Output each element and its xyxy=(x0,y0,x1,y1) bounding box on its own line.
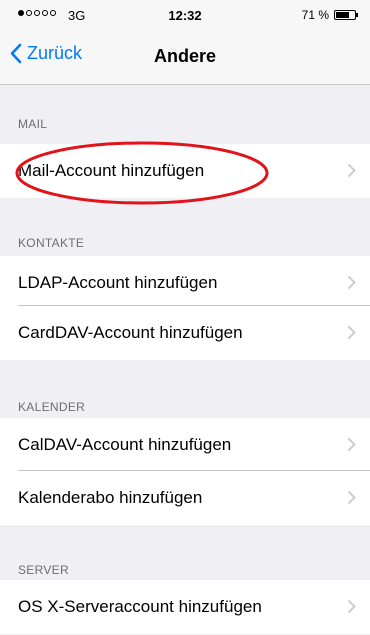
highlight-ellipse-icon xyxy=(15,141,269,205)
section-header-mail: MAIL xyxy=(18,117,48,131)
list-item-ldap-account[interactable]: LDAP-Account hinzufügen xyxy=(0,256,370,310)
list-item-label: CardDAV-Account hinzufügen xyxy=(18,323,243,342)
list-item-label: OS X-Serveraccount hinzufügen xyxy=(18,597,262,616)
chevron-right-icon xyxy=(347,325,356,340)
page-title: Andere xyxy=(153,46,216,66)
chevron-right-icon xyxy=(347,490,356,505)
list-item-caldav-account[interactable]: CalDAV-Account hinzufügen xyxy=(0,418,370,472)
battery-fill xyxy=(336,12,349,18)
list-item-kalenderabo[interactable]: Kalenderabo hinzufügen xyxy=(0,471,370,525)
section-header-server: SERVER xyxy=(18,563,69,577)
list-item-label: Kalenderabo hinzufügen xyxy=(18,488,203,507)
chevron-right-icon xyxy=(347,275,356,290)
list-item-carddav-account[interactable]: CardDAV-Account hinzufügen xyxy=(0,306,370,360)
list-item-label: CalDAV-Account hinzufügen xyxy=(18,435,232,454)
list-item-osx-server-account[interactable]: OS X-Serveraccount hinzufügen xyxy=(0,580,370,634)
list-item-label: LDAP-Account hinzufügen xyxy=(18,273,218,292)
chevron-right-icon xyxy=(347,163,356,178)
section-header-kalender: KALENDER xyxy=(18,400,86,414)
battery-percent: 71 % xyxy=(301,8,329,22)
chevron-right-icon xyxy=(347,599,356,614)
section-header-kontakte: KONTAKTE xyxy=(18,236,85,250)
chevron-right-icon xyxy=(347,437,356,452)
battery-icon xyxy=(334,10,358,20)
battery-status: 71 % xyxy=(301,8,358,22)
status-bar: 3G 12:32 71 % xyxy=(0,0,370,30)
navigation-bar: Zurück Andere xyxy=(0,30,370,85)
